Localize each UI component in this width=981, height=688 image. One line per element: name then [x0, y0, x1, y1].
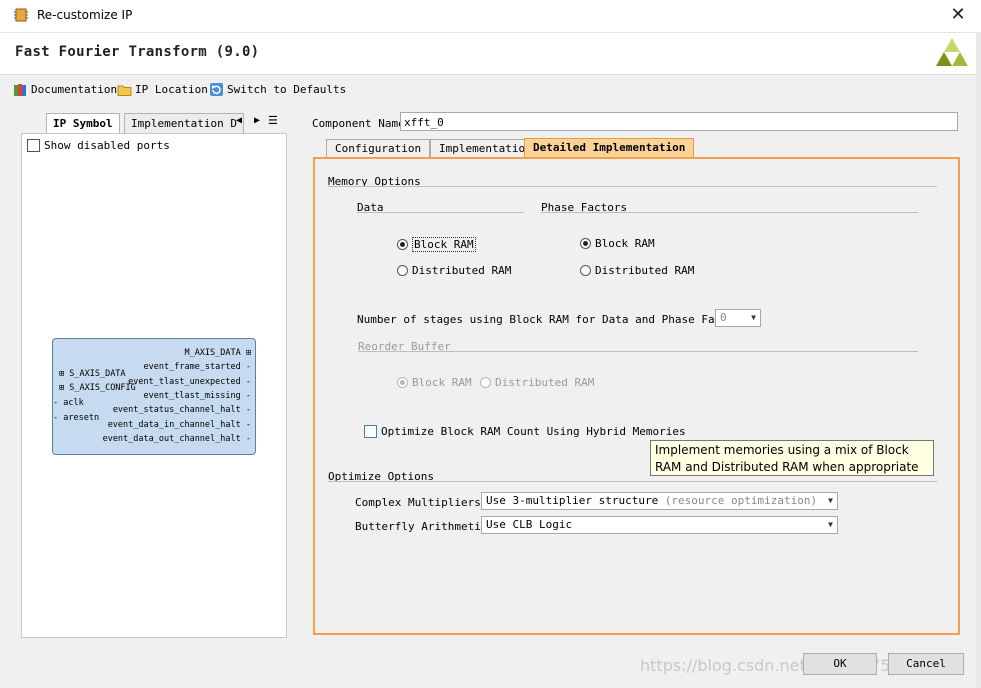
memory-options-divider — [328, 186, 937, 187]
tab-scroll-right-icon[interactable]: ▶ — [254, 115, 260, 126]
complex-multipliers-label: Complex Multipliers — [355, 496, 481, 509]
complex-multipliers-hint: (resource optimization) — [664, 494, 818, 507]
ip-symbol-block: ⊞ S_AXIS_DATA ⊞ S_AXIS_CONFIG - aclk - a… — [52, 338, 256, 455]
phase-block-ram-radio[interactable] — [580, 238, 591, 249]
window-title: Re-customize IP — [37, 8, 133, 22]
ip-title: Fast Fourier Transform (9.0) — [15, 44, 260, 60]
stages-value: 0 — [720, 311, 727, 324]
port-event-tlast-unexpected: event_tlast_unexpected - — [128, 377, 251, 387]
port-m-axis-data: M_AXIS_DATA ⊞ — [184, 348, 251, 358]
phase-distributed-ram-radio[interactable] — [580, 265, 591, 276]
close-button[interactable]: ✕ — [946, 3, 970, 27]
complex-multipliers-value: Use 3-multiplier structure — [486, 494, 659, 507]
port-event-status-channel-halt: event_status_channel_halt - — [112, 405, 251, 415]
documentation-button[interactable]: Documentation — [13, 81, 117, 97]
phase-block-ram-option[interactable]: Block RAM — [580, 237, 655, 250]
reorder-block-ram-radio — [397, 377, 408, 388]
complex-multipliers-select[interactable]: Use 3-multiplier structure (resource opt… — [481, 492, 838, 510]
data-block-ram-label: Block RAM — [412, 237, 476, 252]
show-disabled-checkbox[interactable] — [27, 139, 40, 152]
detailed-implementation-panel — [313, 157, 960, 635]
reorder-distributed-ram-option: Distributed RAM — [480, 376, 594, 389]
vivado-logo-icon — [936, 38, 968, 66]
tab-detailed-implementation[interactable]: Detailed Implementation — [524, 138, 695, 158]
data-divider — [357, 212, 524, 213]
data-block-ram-radio[interactable] — [397, 239, 408, 250]
cancel-button[interactable]: Cancel — [888, 653, 964, 675]
chevron-down-icon: ▼ — [828, 520, 833, 529]
data-distributed-ram-option[interactable]: Distributed RAM — [397, 264, 511, 277]
show-disabled-ports[interactable]: Show disabled ports — [27, 139, 170, 152]
component-name-label: Component Name — [312, 117, 405, 130]
hybrid-tooltip: Implement memories using a mix of Block … — [650, 440, 934, 476]
tab-ip-symbol[interactable]: IP Symbol — [46, 113, 120, 134]
books-icon — [14, 83, 26, 96]
phase-block-ram-label: Block RAM — [595, 237, 655, 250]
reorder-block-ram-label: Block RAM — [412, 376, 472, 389]
ip-location-button[interactable]: IP Location — [117, 81, 208, 97]
window-edge — [976, 32, 981, 688]
reorder-distributed-ram-label: Distributed RAM — [495, 376, 595, 389]
butterfly-arithmetic-select[interactable]: Use CLB Logic ▼ — [481, 516, 838, 534]
ip-chip-icon — [14, 8, 28, 22]
switch-defaults-button[interactable]: Switch to Defaults — [209, 81, 346, 97]
phase-distributed-ram-option[interactable]: Distributed RAM — [580, 264, 694, 277]
documentation-label: Documentation — [31, 82, 118, 96]
butterfly-arithmetic-value: Use CLB Logic — [486, 518, 573, 531]
hybrid-memories-label: Optimize Block RAM Count Using Hybrid Me… — [381, 425, 686, 438]
port-s-axis-data: ⊞ S_AXIS_DATA — [59, 369, 126, 379]
show-disabled-label: Show disabled ports — [44, 139, 170, 152]
reorder-divider — [358, 351, 918, 352]
hybrid-memories-checkbox[interactable] — [364, 425, 377, 438]
switch-defaults-label: Switch to Defaults — [227, 82, 347, 96]
tab-configuration[interactable]: Configuration — [326, 139, 431, 158]
port-aclk: - aclk — [53, 398, 84, 408]
refresh-icon — [210, 82, 223, 96]
port-event-data-out-channel-halt: event_data_out_channel_halt - — [102, 434, 251, 444]
port-s-axis-config: ⊞ S_AXIS_CONFIG — [59, 383, 136, 393]
phase-distributed-ram-label: Distributed RAM — [595, 264, 695, 277]
port-event-data-in-channel-halt: event_data_in_channel_halt - — [107, 420, 251, 430]
data-distributed-ram-label: Distributed RAM — [412, 264, 512, 277]
port-event-tlast-missing: event_tlast_missing - — [143, 391, 251, 401]
ip-location-label: IP Location — [135, 82, 208, 96]
watermark: https://blog.csdn.net/qq_36375505 — [640, 656, 921, 675]
tab-implementation-details[interactable]: Implementation D — [124, 113, 244, 133]
optimize-options-divider — [328, 481, 937, 482]
hybrid-memories-option[interactable]: Optimize Block RAM Count Using Hybrid Me… — [364, 425, 686, 438]
phase-divider — [541, 212, 918, 213]
tab-list-icon[interactable]: ☰ — [268, 114, 278, 127]
stages-label: Number of stages using Block RAM for Dat… — [357, 313, 748, 326]
ok-button[interactable]: OK — [803, 653, 877, 675]
port-aresetn: - aresetn — [53, 413, 100, 423]
reorder-block-ram-option: Block RAM — [397, 376, 472, 389]
data-distributed-ram-radio[interactable] — [397, 265, 408, 276]
title-bar — [0, 0, 981, 33]
data-block-ram-option[interactable]: Block RAM — [397, 237, 476, 252]
stages-select[interactable]: 0 ▼ — [715, 309, 761, 327]
reorder-distributed-ram-radio — [480, 377, 491, 388]
folder-icon — [117, 85, 132, 96]
port-event-frame-started: event_frame_started - — [143, 362, 251, 372]
butterfly-arithmetic-label: Butterfly Arithmetic — [355, 520, 488, 533]
chevron-down-icon: ▼ — [828, 496, 833, 505]
tab-scroll-left-icon[interactable]: ◀ — [236, 115, 242, 126]
chevron-down-icon: ▼ — [751, 313, 756, 322]
component-name-input[interactable]: xfft_0 — [400, 112, 958, 131]
